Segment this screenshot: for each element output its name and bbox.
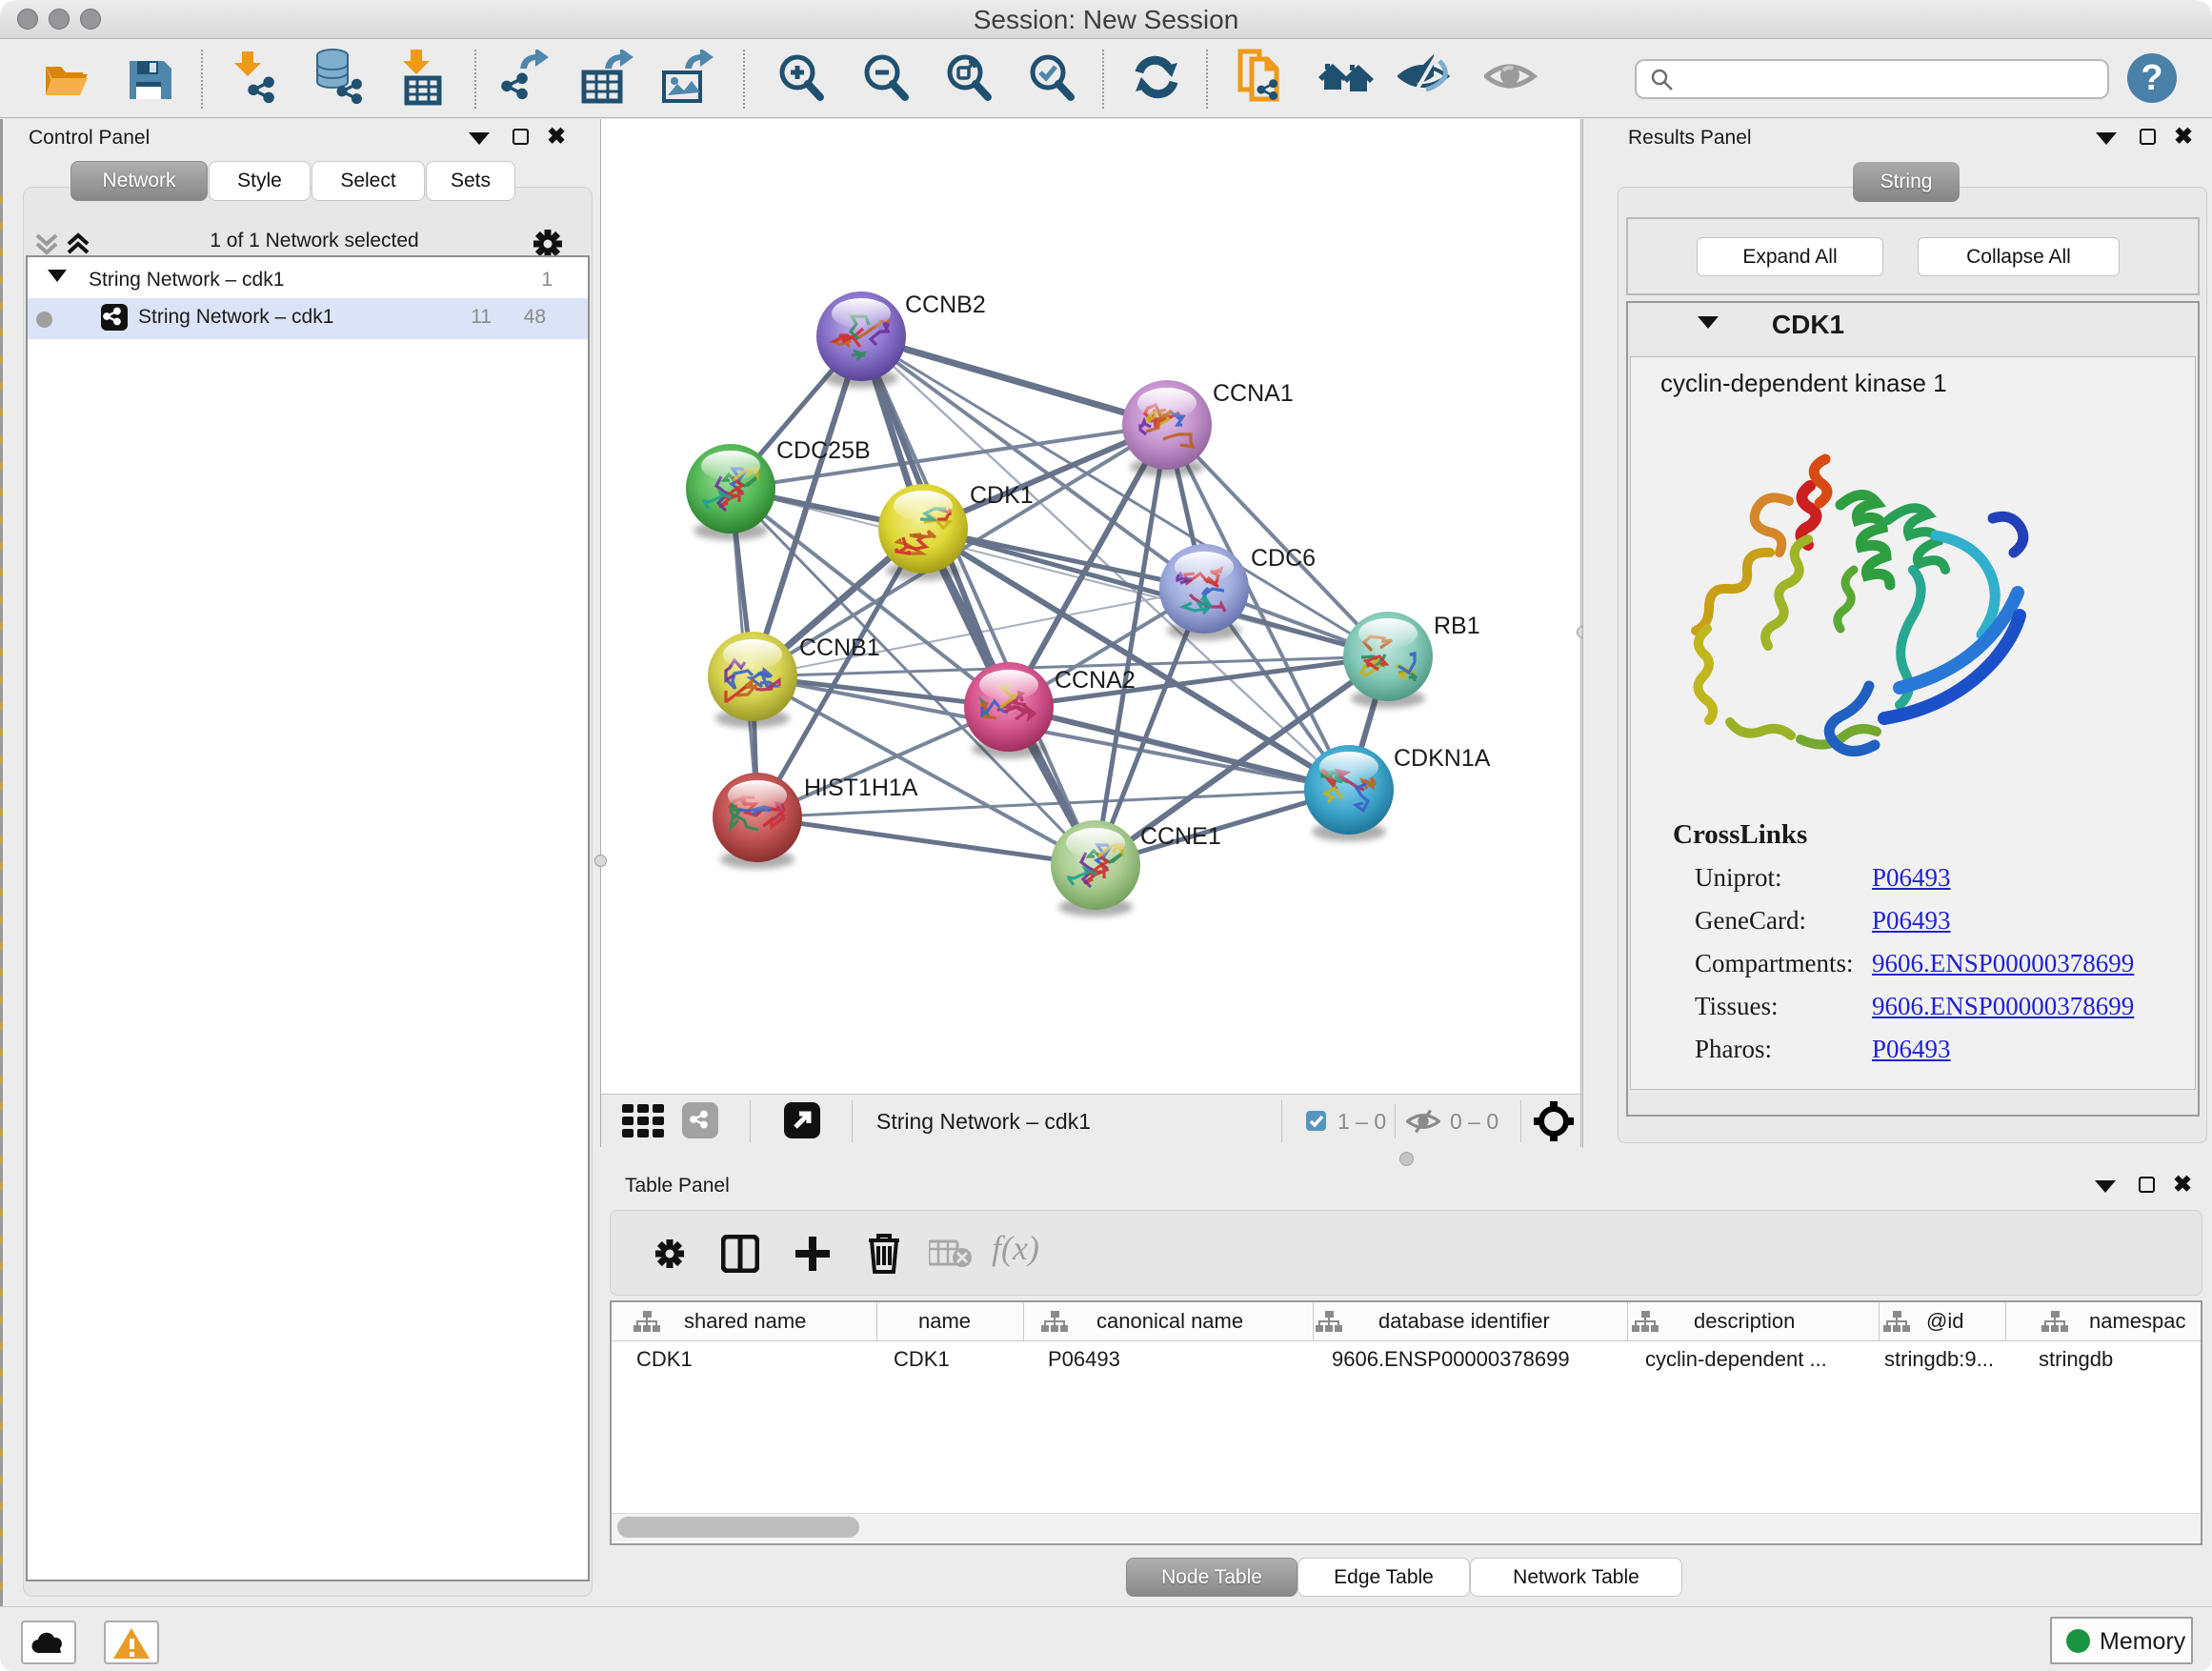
svg-text:CDC25B: CDC25B	[776, 437, 871, 464]
svg-text:CDKN1A: CDKN1A	[1394, 745, 1491, 772]
svg-text:CCNB1: CCNB1	[799, 634, 880, 661]
svg-text:CDC6: CDC6	[1251, 545, 1316, 572]
svg-text:CDK1: CDK1	[970, 482, 1034, 509]
svg-text:RB1: RB1	[1434, 613, 1480, 639]
svg-text:CCNA2: CCNA2	[1055, 667, 1136, 694]
svg-text:HIST1H1A: HIST1H1A	[804, 775, 918, 801]
svg-text:CCNB2: CCNB2	[905, 292, 986, 318]
svg-text:CCNE1: CCNE1	[1140, 823, 1221, 850]
svg-text:CCNA1: CCNA1	[1213, 380, 1294, 407]
